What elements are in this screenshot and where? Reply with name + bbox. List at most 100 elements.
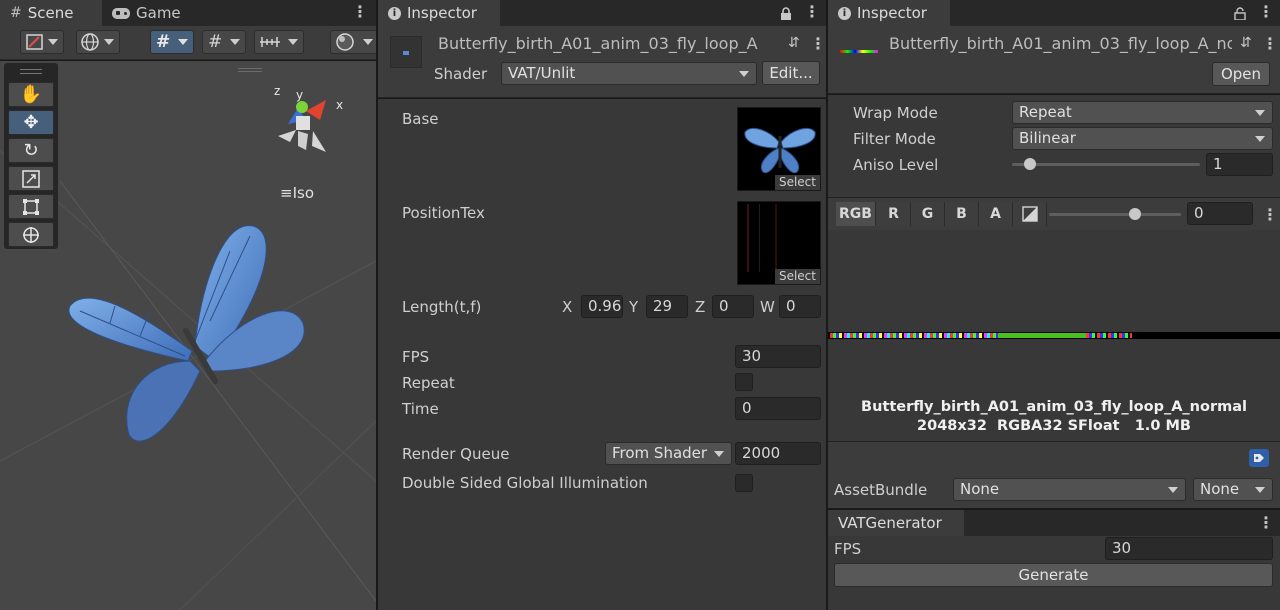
length-y-field[interactable]: 29: [646, 295, 688, 318]
tab-game[interactable]: Game: [102, 0, 192, 26]
shader-dropdown[interactable]: VAT/Unlit: [501, 62, 757, 85]
material-asset-name: Butterfly_birth_A01_anim_03_fly_loop_A: [438, 34, 758, 53]
tab-scene[interactable]: # Scene: [0, 0, 102, 26]
mip-slider-track[interactable]: [1049, 213, 1181, 216]
rotate-tool-button[interactable]: ↻: [8, 138, 54, 163]
hand-tool-button[interactable]: ✋: [8, 82, 54, 107]
position-texture-slot[interactable]: Select: [737, 201, 821, 285]
inspector2-menu-icon[interactable]: ⋮: [1258, 4, 1274, 20]
shader-edit-button[interactable]: Edit...: [762, 61, 820, 85]
globe-icon: [81, 33, 99, 51]
material-preview-icon: [390, 36, 422, 68]
length-z-field[interactable]: 0: [712, 295, 754, 318]
material-menu-icon[interactable]: ⋮: [810, 36, 826, 52]
aniso-slider-track[interactable]: [1012, 163, 1200, 166]
chevron-down-icon: [104, 39, 114, 45]
ruler-icon: [260, 37, 280, 47]
time-field[interactable]: 0: [735, 397, 821, 420]
scene-menu-icon[interactable]: ⋮: [352, 4, 368, 20]
mip-slider-handle[interactable]: [1128, 208, 1141, 220]
draw-mode-dropdown[interactable]: [20, 30, 64, 54]
length-z-label: Z: [695, 298, 706, 316]
render-queue-label: Render Queue: [402, 445, 510, 463]
panel-splitter[interactable]: [376, 0, 378, 610]
length-y-label: Y: [629, 298, 639, 316]
aniso-level-field[interactable]: 1: [1206, 153, 1273, 176]
length-x-field[interactable]: 0.96: [581, 295, 623, 318]
move-icon: ✥: [23, 112, 39, 133]
base-texture-slot[interactable]: Select: [737, 107, 821, 191]
texture-menu-icon[interactable]: ⋮: [1262, 36, 1278, 52]
base-select-button[interactable]: Select: [774, 175, 820, 190]
dsgi-checkbox[interactable]: [735, 474, 753, 492]
rotate-icon: ↻: [23, 140, 39, 161]
preview-menu-icon[interactable]: ⋮: [1262, 207, 1278, 223]
fps-label: FPS: [402, 348, 430, 366]
position-select-button[interactable]: Select: [774, 269, 820, 284]
preview-texture-info: 2048x32 RGBA32 SFloat 1.0 MB: [917, 418, 1191, 434]
drag-handle[interactable]: [238, 68, 262, 72]
scene-view-dropdown[interactable]: [76, 30, 120, 54]
grid-dropdown[interactable]: #: [202, 30, 246, 54]
vat-menu-icon[interactable]: ⋮: [1258, 515, 1274, 531]
assetbundle-dropdown[interactable]: None: [953, 478, 1186, 501]
panel-splitter[interactable]: [826, 0, 828, 610]
axis-z-label: z: [274, 84, 281, 98]
inspector1-menu-icon[interactable]: ⋮: [804, 4, 820, 20]
wrap-mode-value: Repeat: [1019, 103, 1072, 121]
channel-a-button[interactable]: A: [979, 202, 1013, 226]
render-queue-dropdown[interactable]: From Shader: [605, 442, 732, 465]
position-tex-label: PositionTex: [402, 204, 485, 222]
rect-tool-button[interactable]: [8, 194, 54, 219]
vat-fps-field[interactable]: 30: [1105, 537, 1273, 560]
grid-icon: #: [10, 5, 22, 21]
projection-toggle[interactable]: ≡Iso: [280, 184, 314, 202]
filter-mode-dropdown[interactable]: Bilinear: [1012, 127, 1273, 150]
aniso-slider-handle[interactable]: [1023, 158, 1036, 170]
texture-preview-strip: [828, 332, 1280, 339]
info-icon: i: [388, 6, 401, 20]
time-label: Time: [402, 400, 439, 418]
chevron-down-icon: [1255, 487, 1265, 493]
tag-icon[interactable]: [1249, 449, 1269, 467]
render-queue-field[interactable]: 2000: [735, 442, 821, 465]
transform-icon: [23, 226, 39, 243]
lock-icon[interactable]: [780, 6, 792, 20]
fps-field[interactable]: 30: [735, 345, 821, 368]
assetbundle-variant-dropdown[interactable]: None: [1193, 478, 1273, 501]
rect-transform-icon: [23, 198, 39, 215]
gamepad-icon: [112, 7, 130, 19]
channel-r-button[interactable]: R: [877, 202, 911, 226]
snap-increment-dropdown[interactable]: [254, 30, 304, 54]
tab-inspector-texture[interactable]: i Inspector: [828, 0, 950, 26]
shading-dropdown[interactable]: [330, 30, 376, 54]
gizmo-toggle-dropdown[interactable]: #: [150, 30, 194, 54]
chevron-down-icon: [288, 39, 298, 45]
scale-tool-button[interactable]: [8, 166, 54, 191]
unlock-icon[interactable]: [1234, 6, 1246, 21]
tab-vatgenerator[interactable]: VATGenerator: [828, 510, 964, 536]
assetbundle-value: None: [960, 480, 1000, 498]
open-button[interactable]: Open: [1212, 62, 1270, 86]
channel-rgb-button[interactable]: RGB: [836, 202, 876, 226]
view-gizmo[interactable]: z y x: [268, 84, 348, 166]
move-tool-button[interactable]: ✥: [8, 110, 54, 135]
generate-button[interactable]: Generate: [834, 563, 1273, 587]
channel-g-button[interactable]: G: [911, 202, 945, 226]
transform-tool-button[interactable]: [8, 222, 54, 247]
hand-icon: ✋: [19, 84, 43, 105]
wrap-mode-dropdown[interactable]: Repeat: [1012, 101, 1273, 124]
mip-toggle-button[interactable]: [1013, 202, 1047, 226]
tab-inspector-material[interactable]: i Inspector: [378, 0, 500, 26]
filter-mode-value: Bilinear: [1019, 129, 1076, 147]
tool-palette-grip[interactable]: [20, 69, 42, 74]
chevron-down-icon: [739, 71, 749, 77]
draw-mode-icon: [26, 34, 43, 50]
mip-level-field[interactable]: 0: [1187, 202, 1253, 225]
chevron-down-icon: [363, 39, 373, 45]
sliders-icon[interactable]: ⇵: [788, 35, 800, 51]
sliders-icon[interactable]: ⇵: [1240, 35, 1252, 51]
length-w-field[interactable]: 0: [779, 295, 821, 318]
channel-b-button[interactable]: B: [945, 202, 979, 226]
repeat-checkbox[interactable]: [735, 373, 753, 391]
